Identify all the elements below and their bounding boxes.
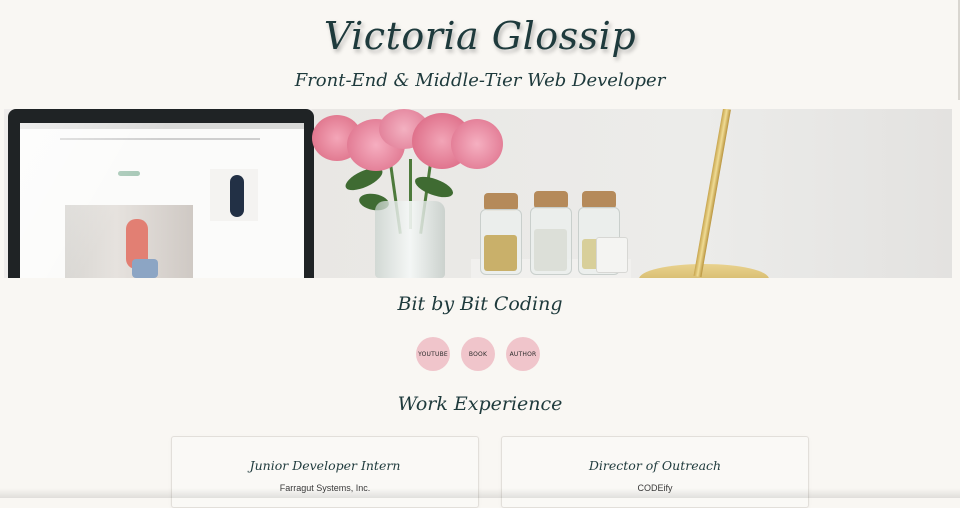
job-title: Junior Developer Intern	[249, 458, 401, 473]
vase-icon	[375, 201, 445, 278]
bottom-shadow	[0, 488, 960, 498]
binder-clips-icon	[534, 229, 567, 271]
site-title: Victoria Glossip	[323, 14, 637, 58]
youtube-button[interactable]: YOUTUBE	[416, 337, 450, 371]
screen-glare	[20, 123, 304, 278]
banner-image	[4, 109, 952, 278]
author-button[interactable]: AUTHOR	[506, 337, 540, 371]
rose-icon	[451, 119, 503, 169]
pins-icon	[484, 235, 517, 271]
site-subtitle: Front-End & Middle-Tier Web Developer	[294, 70, 666, 91]
laptop-screen	[20, 123, 304, 278]
book-button[interactable]: BOOK	[461, 337, 495, 371]
laptop-icon	[8, 109, 314, 278]
bit-by-bit-title: Bit by Bit Coding	[397, 293, 563, 315]
box-icon	[596, 237, 628, 273]
job-title: Director of Outreach	[588, 458, 722, 473]
work-experience-title: Work Experience	[397, 393, 563, 415]
